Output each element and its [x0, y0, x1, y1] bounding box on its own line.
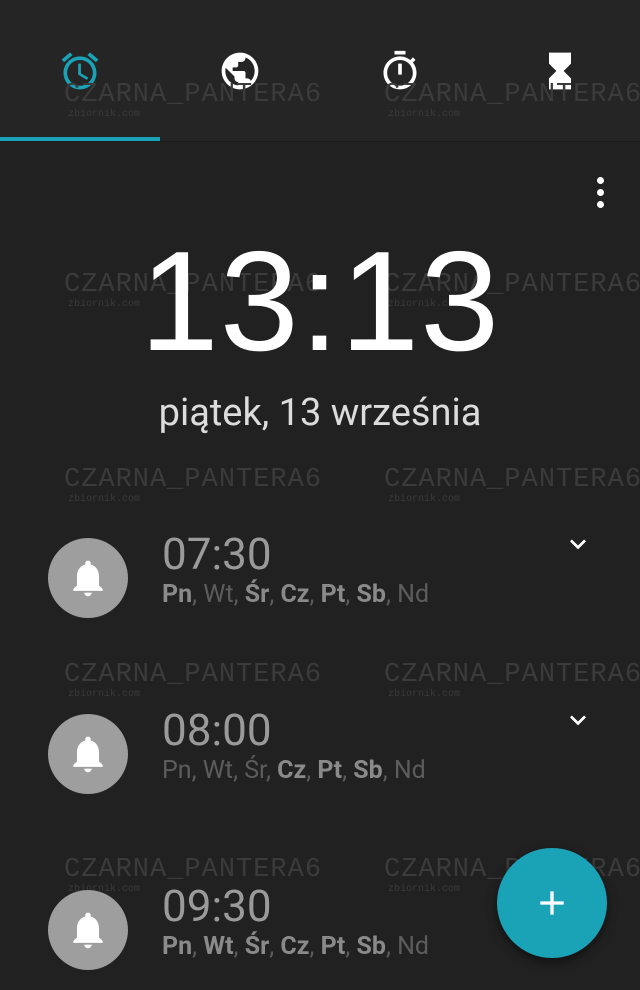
- tab-timer[interactable]: [480, 0, 640, 141]
- tab-world-clock[interactable]: [160, 0, 320, 141]
- day-label: Cz: [280, 932, 310, 961]
- stopwatch-icon: [383, 50, 417, 89]
- day-label: Wt: [203, 580, 234, 609]
- alarm-time[interactable]: 07:30: [162, 528, 272, 580]
- day-label: Nd: [397, 932, 430, 961]
- alarm-item[interactable]: 07:30 Pn, Wt, Śr, Cz, Pt, Sb, Nd: [0, 528, 640, 638]
- day-label: Pn: [162, 580, 193, 609]
- alarm-time[interactable]: 09:30: [162, 880, 272, 932]
- day-label: Cz: [280, 580, 310, 609]
- day-label: Wt: [202, 756, 234, 785]
- watermark: CZARNA_PANTERA6zbiornik.com: [64, 660, 323, 701]
- bell-icon: [73, 912, 103, 949]
- plus-icon: [540, 891, 564, 915]
- watermark: CZARNA_PANTERA6zbiornik.com: [64, 465, 323, 506]
- alarm-clock-icon: [61, 51, 99, 89]
- dot: [596, 176, 604, 184]
- tab-indicator: [0, 137, 160, 141]
- dot: [596, 188, 604, 196]
- day-label: Śr: [244, 932, 270, 961]
- day-label: Cz: [277, 756, 307, 785]
- day-label: Pn: [162, 932, 193, 961]
- day-label: Pn: [162, 756, 192, 785]
- day-label: Sb: [353, 756, 383, 785]
- tab-alarm[interactable]: [0, 0, 160, 141]
- alarm-item[interactable]: 08:00 Pn, Wt, Śr, Cz, Pt, Sb, Nd: [0, 704, 640, 814]
- globe-icon: [221, 52, 259, 89]
- tab-stopwatch[interactable]: [320, 0, 480, 141]
- alarm-toggle[interactable]: [48, 538, 128, 618]
- day-label: Wt: [203, 932, 234, 961]
- add-alarm-button[interactable]: [497, 848, 607, 958]
- chevron-down-icon[interactable]: [562, 528, 594, 560]
- watermark: CZARNA_PANTERA6zbiornik.com: [384, 465, 640, 506]
- alarm-days: Pn, Wt, Śr, Cz, Pt, Sb, Nd: [162, 932, 430, 961]
- alarm-time[interactable]: 08:00: [162, 704, 272, 756]
- watermark: CZARNA_PANTERA6zbiornik.com: [384, 660, 640, 701]
- day-label: Śr: [244, 580, 270, 609]
- alarm-days: Pn, Wt, Śr, Cz, Pt, Sb, Nd: [162, 756, 426, 785]
- tab-bar: [0, 0, 640, 142]
- day-label: Sb: [356, 580, 386, 609]
- day-label: Pt: [320, 580, 346, 609]
- bell-icon: [73, 736, 103, 773]
- chevron-down-icon[interactable]: [562, 704, 594, 736]
- bell-icon: [73, 560, 103, 597]
- dot: [596, 200, 604, 208]
- alarm-days: Pn, Wt, Śr, Cz, Pt, Sb, Nd: [162, 580, 430, 609]
- day-label: Pt: [317, 756, 343, 785]
- day-label: Sb: [356, 932, 386, 961]
- overflow-menu-button[interactable]: [584, 172, 616, 212]
- day-label: Śr: [244, 756, 267, 785]
- hourglass-icon: [549, 52, 571, 89]
- day-label: Nd: [397, 580, 430, 609]
- alarm-toggle[interactable]: [48, 890, 128, 970]
- current-time: 13:13: [139, 222, 501, 381]
- alarm-toggle[interactable]: [48, 714, 128, 794]
- day-label: Nd: [393, 756, 426, 785]
- current-date: piątek, 13 września: [158, 391, 482, 435]
- day-label: Pt: [320, 932, 346, 961]
